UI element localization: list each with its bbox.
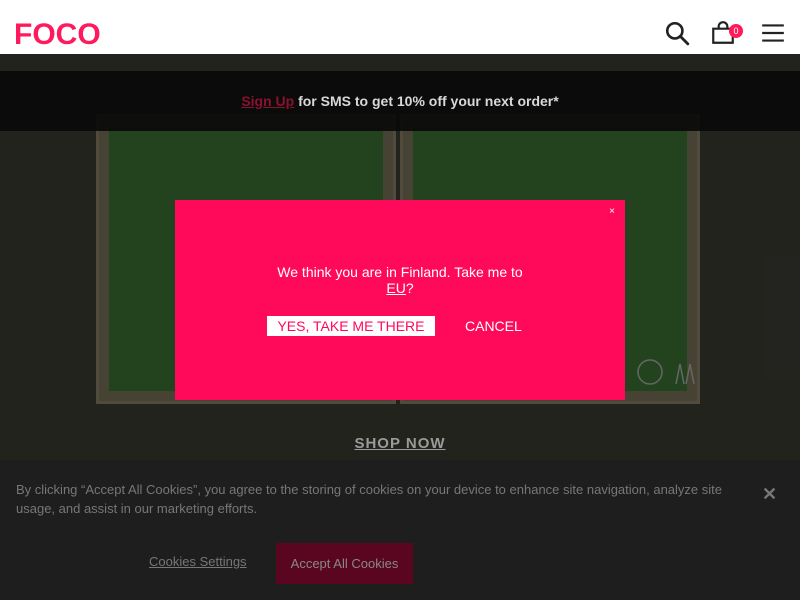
shop-now-link[interactable]: SHOP NOW [0, 435, 800, 452]
cookie-settings-link[interactable]: Cookies Settings [149, 554, 247, 569]
sms-promo-bar: Sign Up for SMS to get 10% off your next… [0, 71, 800, 131]
region-eu-link[interactable]: EU [386, 280, 405, 296]
confirm-region-button[interactable]: YES, TAKE ME THERE [267, 316, 435, 336]
foco-logo[interactable]: FOCO [14, 18, 116, 50]
cookie-consent-text: By clicking “Accept All Cookies”, you ag… [16, 482, 722, 516]
svg-text:FOCO: FOCO [14, 18, 101, 50]
region-redirect-modal: × We think you are in Finland. Take me t… [175, 200, 625, 400]
accept-all-cookies-button[interactable]: Accept All Cookies [276, 543, 413, 584]
modal-close-icon[interactable]: × [609, 206, 615, 217]
hamburger-menu-icon[interactable] [760, 20, 786, 46]
cancel-region-button[interactable]: CANCEL [465, 316, 522, 336]
cookie-close-icon[interactable]: ✕ [762, 484, 777, 505]
cart-count-badge: 0 [729, 24, 743, 38]
sms-promo-text: for SMS to get 10% off your next order* [294, 93, 559, 109]
sms-signup-link[interactable]: Sign Up [241, 93, 294, 109]
search-icon[interactable] [664, 20, 690, 46]
site-header: FOCO 0 [0, 0, 800, 54]
cookie-consent-banner: By clicking “Accept All Cookies”, you ag… [0, 460, 800, 600]
region-message: We think you are in Finland. Take me to … [277, 264, 523, 296]
